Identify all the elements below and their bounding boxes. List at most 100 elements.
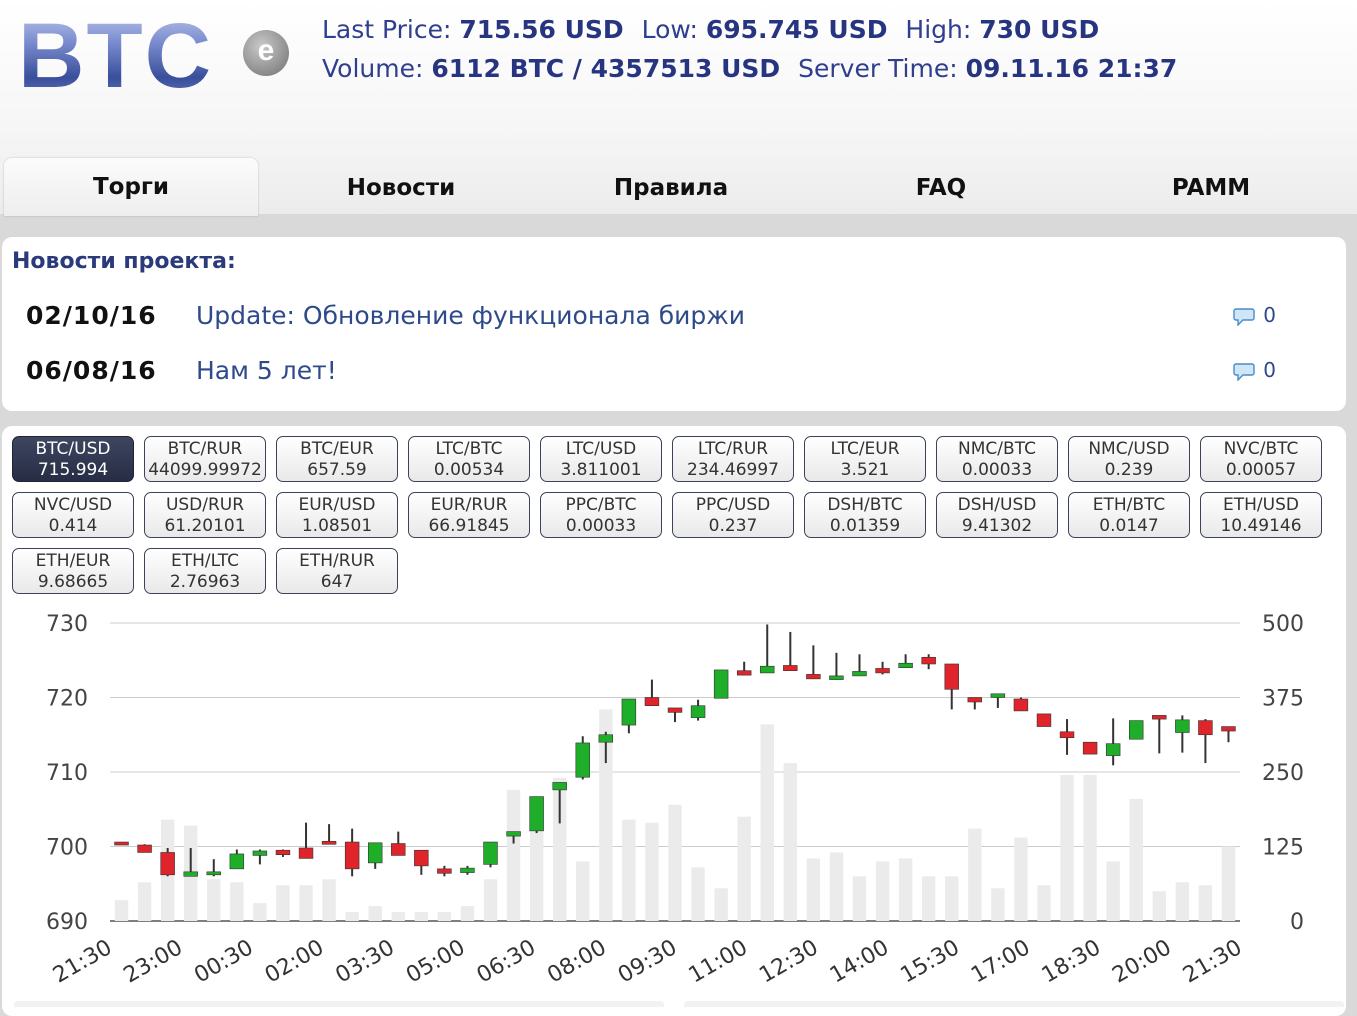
pair-button-dsh-btc[interactable]: DSH/BTC 0.01359 [804, 492, 926, 538]
pair-button-nmc-btc[interactable]: NMC/BTC 0.00033 [936, 436, 1058, 482]
pair-name: BTC/RUR [167, 439, 243, 459]
logo-badge: e [243, 30, 289, 76]
tab-faq[interactable]: FAQ [806, 150, 1076, 214]
btce-logo[interactable]: BTC e [18, 5, 298, 107]
volume-bar [691, 867, 705, 921]
pair-name: NMC/BTC [958, 439, 1036, 459]
tab-news[interactable]: Новости [266, 150, 536, 214]
time-tick-label: 03:30 [331, 935, 398, 988]
pair-price: 9.68665 [37, 572, 109, 592]
pair-button-eur-usd[interactable]: EUR/USD 1.08501 [276, 492, 398, 538]
candle-body [1175, 719, 1190, 733]
pair-button-ltc-usd[interactable]: LTC/USD 3.811001 [540, 436, 662, 482]
pair-price: 0.00534 [433, 460, 505, 480]
candle-body [1152, 715, 1167, 720]
news-panel-title: Новости проекта: [12, 249, 236, 274]
volume-bar [968, 828, 982, 921]
pair-price: 61.20101 [164, 516, 246, 536]
candle-body [275, 849, 291, 855]
tab-rules[interactable]: Правила [536, 150, 806, 214]
pair-price: 0.0147 [1099, 516, 1159, 536]
volume-bar [414, 912, 429, 921]
candle-body [1129, 720, 1144, 740]
candle-body [298, 847, 314, 859]
pair-name: LTC/BTC [435, 439, 503, 459]
last-price-value: 715.56 USD [459, 15, 624, 44]
volume-bar [207, 879, 221, 921]
pair-price: 3.811001 [560, 460, 642, 480]
volume-bar [668, 804, 682, 921]
candle-body [114, 841, 129, 846]
main-nav-tabs: Торги Новости Правила FAQ PAMM [0, 150, 1357, 216]
pair-button-ppc-usd[interactable]: PPC/USD 0.237 [672, 492, 794, 538]
high-label: High: [905, 15, 972, 44]
pair-button-eth-eur[interactable]: ETH/EUR 9.68665 [12, 548, 134, 594]
pair-button-usd-rur[interactable]: USD/RUR 61.20101 [144, 492, 266, 538]
volume-bar [1037, 885, 1051, 921]
volume-tick-label: 500 [1262, 612, 1304, 637]
pair-name: DSH/BTC [827, 495, 903, 515]
volume-bar [230, 882, 244, 921]
volume-bar [391, 912, 405, 921]
news-comments[interactable]: 0 [1233, 358, 1276, 382]
pair-button-eth-btc[interactable]: ETH/BTC 0.0147 [1068, 492, 1190, 538]
candle-body [667, 707, 683, 713]
pair-button-eth-usd[interactable]: ETH/USD 10.49146 [1200, 492, 1322, 538]
pair-button-btc-rur[interactable]: BTC/RUR 44099.99972 [144, 436, 266, 482]
volume-bar [898, 858, 913, 921]
volume-bar [114, 900, 129, 921]
volume-tick-label: 375 [1262, 687, 1304, 712]
pair-name: ETH/BTC [1092, 495, 1166, 515]
volume-bar [1198, 885, 1213, 921]
candle-body [690, 705, 706, 718]
candle-body [506, 831, 521, 837]
time-tick-label: 17:00 [967, 935, 1034, 988]
pair-button-nmc-usd[interactable]: NMC/USD 0.239 [1068, 436, 1190, 482]
pair-button-nvc-btc[interactable]: NVC/BTC 0.00057 [1200, 436, 1322, 482]
candle-body [852, 671, 867, 677]
news-link[interactable]: Нам 5 лет! [196, 356, 337, 385]
pair-button-eur-rur[interactable]: EUR/RUR 66.91845 [408, 492, 530, 538]
pair-button-ltc-rur[interactable]: LTC/RUR 234.46997 [672, 436, 794, 482]
pair-name: ETH/RUR [299, 551, 375, 571]
pair-price: 44099.99972 [148, 460, 262, 480]
candle-body [437, 868, 452, 874]
pair-button-ltc-eur[interactable]: LTC/EUR 3.521 [804, 436, 926, 482]
pair-name: LTC/EUR [830, 439, 900, 459]
pair-name: BTC/USD [35, 439, 111, 459]
volume-bar [737, 816, 751, 921]
comment-bubble-icon [1233, 362, 1255, 381]
candle-body [391, 843, 406, 856]
candle-body [621, 698, 637, 726]
price-tick-label: 730 [46, 612, 88, 637]
pair-button-ppc-btc[interactable]: PPC/BTC 0.00033 [540, 492, 662, 538]
pair-button-dsh-usd[interactable]: DSH/USD 9.41302 [936, 492, 1058, 538]
news-link[interactable]: Update: Обновление функционала биржи [196, 301, 745, 330]
candle-body [875, 668, 890, 674]
pair-price: 10.49146 [1220, 516, 1302, 536]
volume-bar [1106, 861, 1120, 921]
time-tick-label: 06:30 [473, 935, 540, 988]
pair-button-eth-ltc[interactable]: ETH/LTC 2.76963 [144, 548, 266, 594]
candle-body [1059, 731, 1075, 739]
time-tick-label: 14:00 [826, 935, 893, 988]
pair-button-ltc-btc[interactable]: LTC/BTC 0.00534 [408, 436, 530, 482]
news-comments[interactable]: 0 [1233, 303, 1276, 327]
candle-body [1036, 713, 1052, 727]
pair-button-nvc-usd[interactable]: NVC/USD 0.414 [12, 492, 134, 538]
candle-body [460, 867, 475, 873]
project-news-panel: Новости проекта: 02/10/16 Update: Обновл… [2, 237, 1346, 411]
stats-line-2: Volume: 6112 BTC / 4357513 USD Server Ti… [322, 49, 1177, 88]
pair-name: NVC/USD [33, 495, 113, 515]
candle-body [575, 742, 590, 778]
pair-button-btc-eur[interactable]: BTC/EUR 657.59 [276, 436, 398, 482]
tab-trading[interactable]: Торги [4, 158, 258, 216]
volume-label: Volume: [322, 54, 424, 83]
candle-body [206, 871, 221, 876]
pair-button-btc-usd[interactable]: BTC/USD 715.994 [12, 436, 134, 482]
volume-bar [1221, 846, 1236, 921]
tab-pamm[interactable]: PAMM [1076, 150, 1346, 214]
pair-button-eth-rur[interactable]: ETH/RUR 647 [276, 548, 398, 594]
volume-bar [783, 763, 797, 921]
candle-body [921, 656, 936, 665]
